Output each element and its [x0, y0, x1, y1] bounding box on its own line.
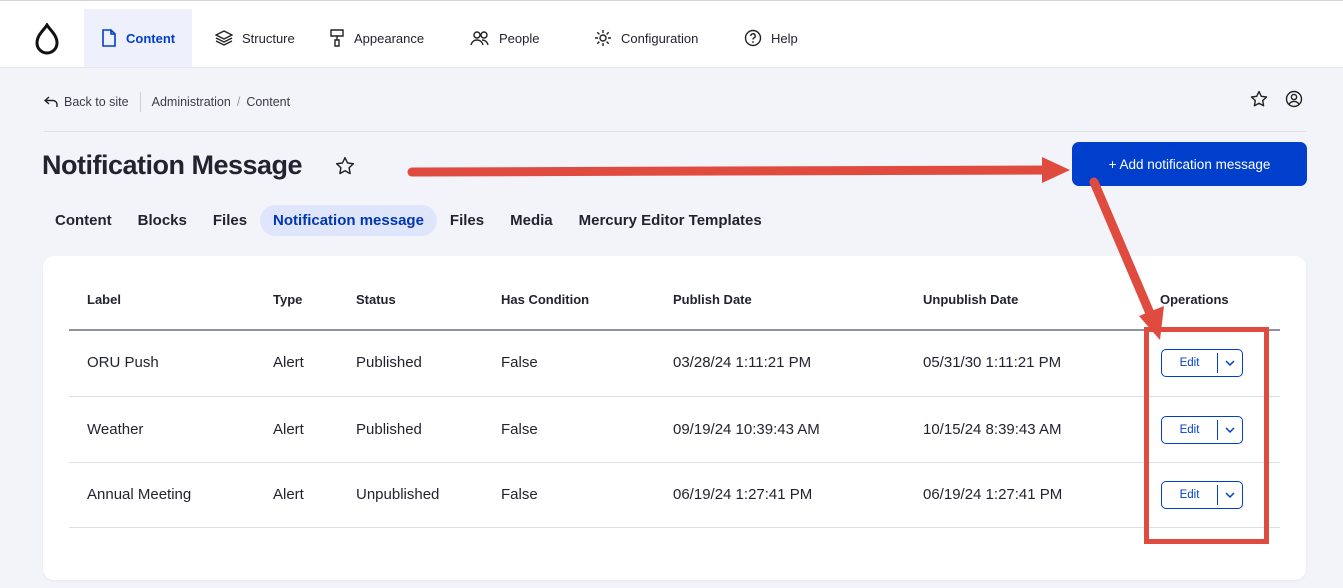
annotation-arrow-to-operations: [1089, 177, 1164, 340]
annotation-arrow-to-add-button: [407, 157, 1070, 183]
annotation-arrows: [407, 157, 1164, 340]
